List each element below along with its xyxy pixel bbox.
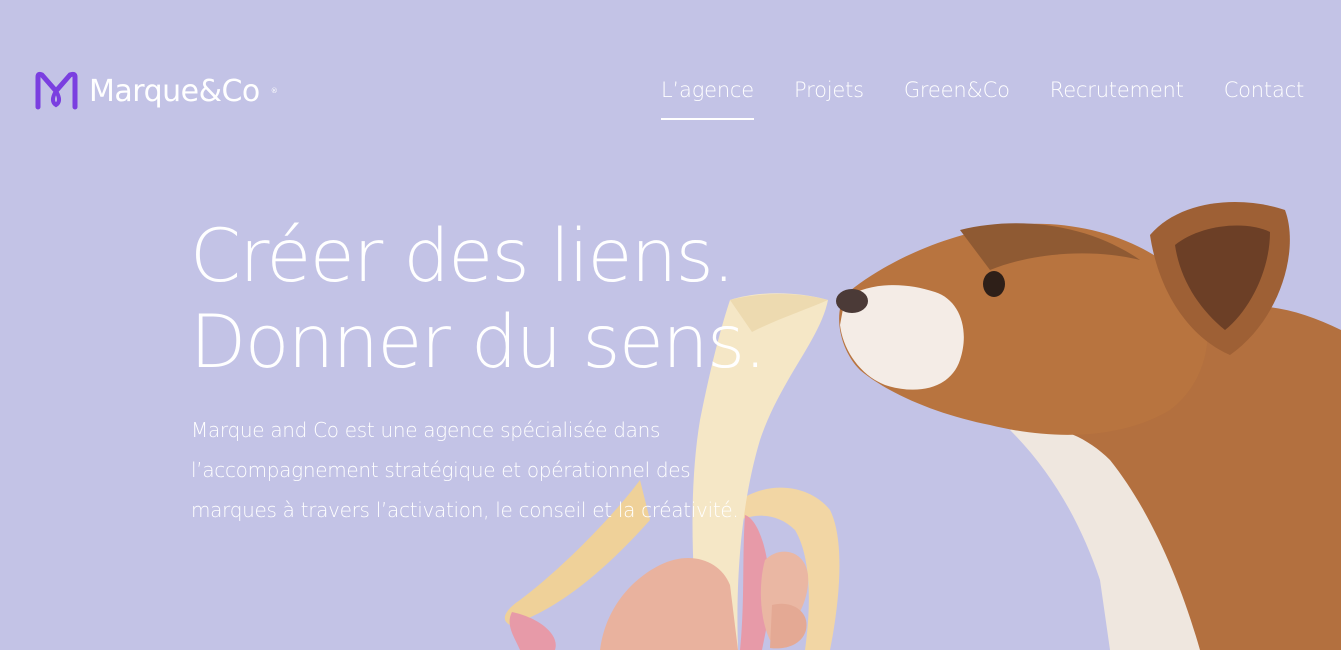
hero-intro-text: Marque and Co est une agence spécialisée… xyxy=(191,418,739,522)
logo-m-icon xyxy=(35,71,78,110)
nav-item-contact[interactable]: Contact xyxy=(1224,78,1305,118)
nav-item-projets[interactable]: Projets xyxy=(794,78,864,118)
headline-line-2: Donner du sens. xyxy=(190,300,767,385)
hero-section: Marque&Co ® L’agence Projets Green&Co Rec… xyxy=(0,0,1341,650)
hero-headline: Créer des liens. Donner du sens. xyxy=(190,214,767,386)
headline-line-1: Créer des liens. xyxy=(190,214,735,299)
nav-item-green-co[interactable]: Green&Co xyxy=(904,78,1010,118)
brand-logo[interactable]: Marque&Co ® xyxy=(34,71,278,111)
nav-item-agence[interactable]: L’agence xyxy=(661,78,754,120)
nav-item-recrutement[interactable]: Recrutement xyxy=(1050,78,1184,118)
main-navigation: L’agence Projets Green&Co Recrutement Co… xyxy=(661,78,1305,120)
registered-mark: ® xyxy=(270,87,278,95)
brand-name: Marque&Co xyxy=(89,73,260,109)
